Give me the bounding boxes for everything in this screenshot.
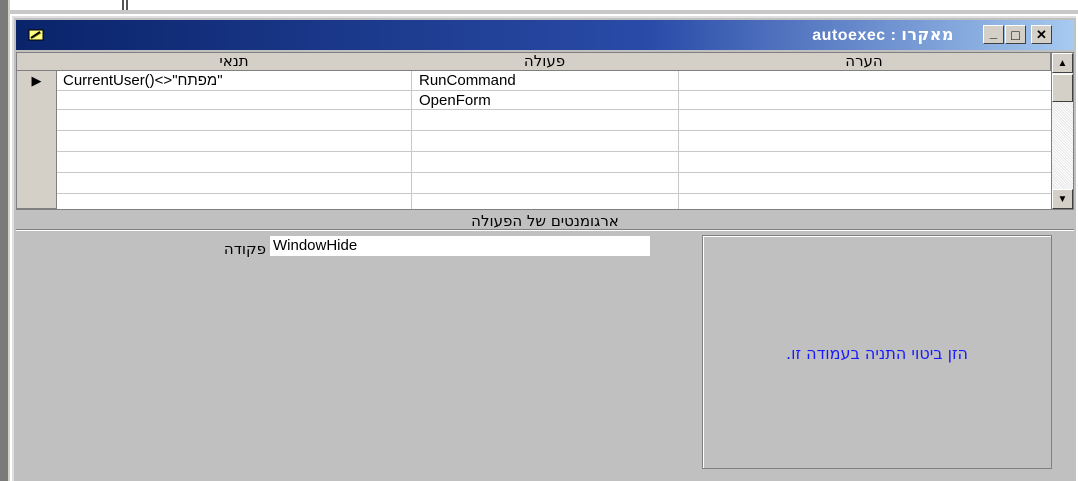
action-arguments-header: ארגומנטים של הפעולה (16, 212, 1074, 230)
row-divider (57, 90, 1051, 91)
command-label: פקודה (223, 240, 266, 258)
scroll-up-button[interactable]: ▲ (1052, 53, 1073, 73)
row-divider (57, 109, 1051, 110)
row-selector-2[interactable] (17, 90, 57, 110)
help-panel: הזן ביטוי התניה בעמודה זו. (702, 235, 1052, 469)
title-bar[interactable]: autoexec : מאקרו _ □ ✕ (16, 20, 1074, 50)
scroll-thumb[interactable] (1052, 74, 1073, 102)
column-header-action[interactable]: פעולה (411, 53, 679, 71)
minimize-button[interactable]: _ (983, 25, 1004, 44)
column-divider (678, 71, 679, 209)
window-title-name: autoexec (812, 27, 886, 44)
maximize-button[interactable]: □ (1005, 25, 1026, 44)
scroll-down-icon: ▼ (1057, 193, 1068, 205)
action-cell[interactable]: OpenForm (419, 92, 491, 109)
row-divider (57, 130, 1051, 131)
command-field[interactable]: WindowHide (270, 236, 650, 256)
current-row-arrow-icon: ▶ (31, 72, 42, 88)
scroll-down-button[interactable]: ▼ (1052, 189, 1073, 209)
macro-window: autoexec : מאקרו _ □ ✕ תנאי פעולה הערה ▶… (12, 16, 1076, 481)
corner-cell[interactable] (17, 53, 58, 71)
vertical-scrollbar[interactable]: ▲ ▼ (1051, 53, 1073, 209)
condition-cell[interactable]: CurrentUser()<>"מפתח" (63, 72, 223, 89)
mdi-divider (122, 0, 128, 10)
close-icon: ✕ (1036, 26, 1047, 42)
macro-grid: תנאי פעולה הערה ▶ CurrentUser()<>"מפתח" … (16, 52, 1074, 210)
close-button[interactable]: ✕ (1031, 25, 1052, 44)
row-selector-6[interactable] (17, 172, 57, 194)
macro-icon (28, 29, 44, 41)
row-selector-5[interactable] (17, 151, 57, 173)
column-header-condition[interactable]: תנאי (57, 53, 412, 71)
window-title-separator: : (885, 27, 902, 44)
mdi-frame-left (0, 0, 8, 481)
window-title: autoexec : מאקרו (812, 25, 954, 45)
row-selector-4[interactable] (17, 130, 57, 152)
window-title-type: מאקרו (901, 25, 954, 44)
row-divider (57, 151, 1051, 152)
maximize-icon: □ (1011, 26, 1020, 43)
row-selector-1[interactable]: ▶ (17, 71, 57, 91)
minimize-icon: _ (989, 25, 998, 40)
mdi-border (10, 10, 1078, 14)
action-cell[interactable]: RunCommand (419, 72, 516, 89)
mdi-frame-edge (8, 0, 10, 481)
help-text: הזן ביטוי התניה בעמודה זו. (786, 344, 968, 363)
row-selector-3[interactable] (17, 109, 57, 131)
row-divider (57, 193, 1051, 194)
scroll-up-icon: ▲ (1057, 57, 1068, 69)
row-selector-7[interactable] (17, 193, 57, 209)
section-divider (16, 230, 1074, 231)
row-divider (57, 172, 1051, 173)
column-divider (411, 71, 412, 209)
column-header-comment[interactable]: הערה (678, 53, 1051, 71)
